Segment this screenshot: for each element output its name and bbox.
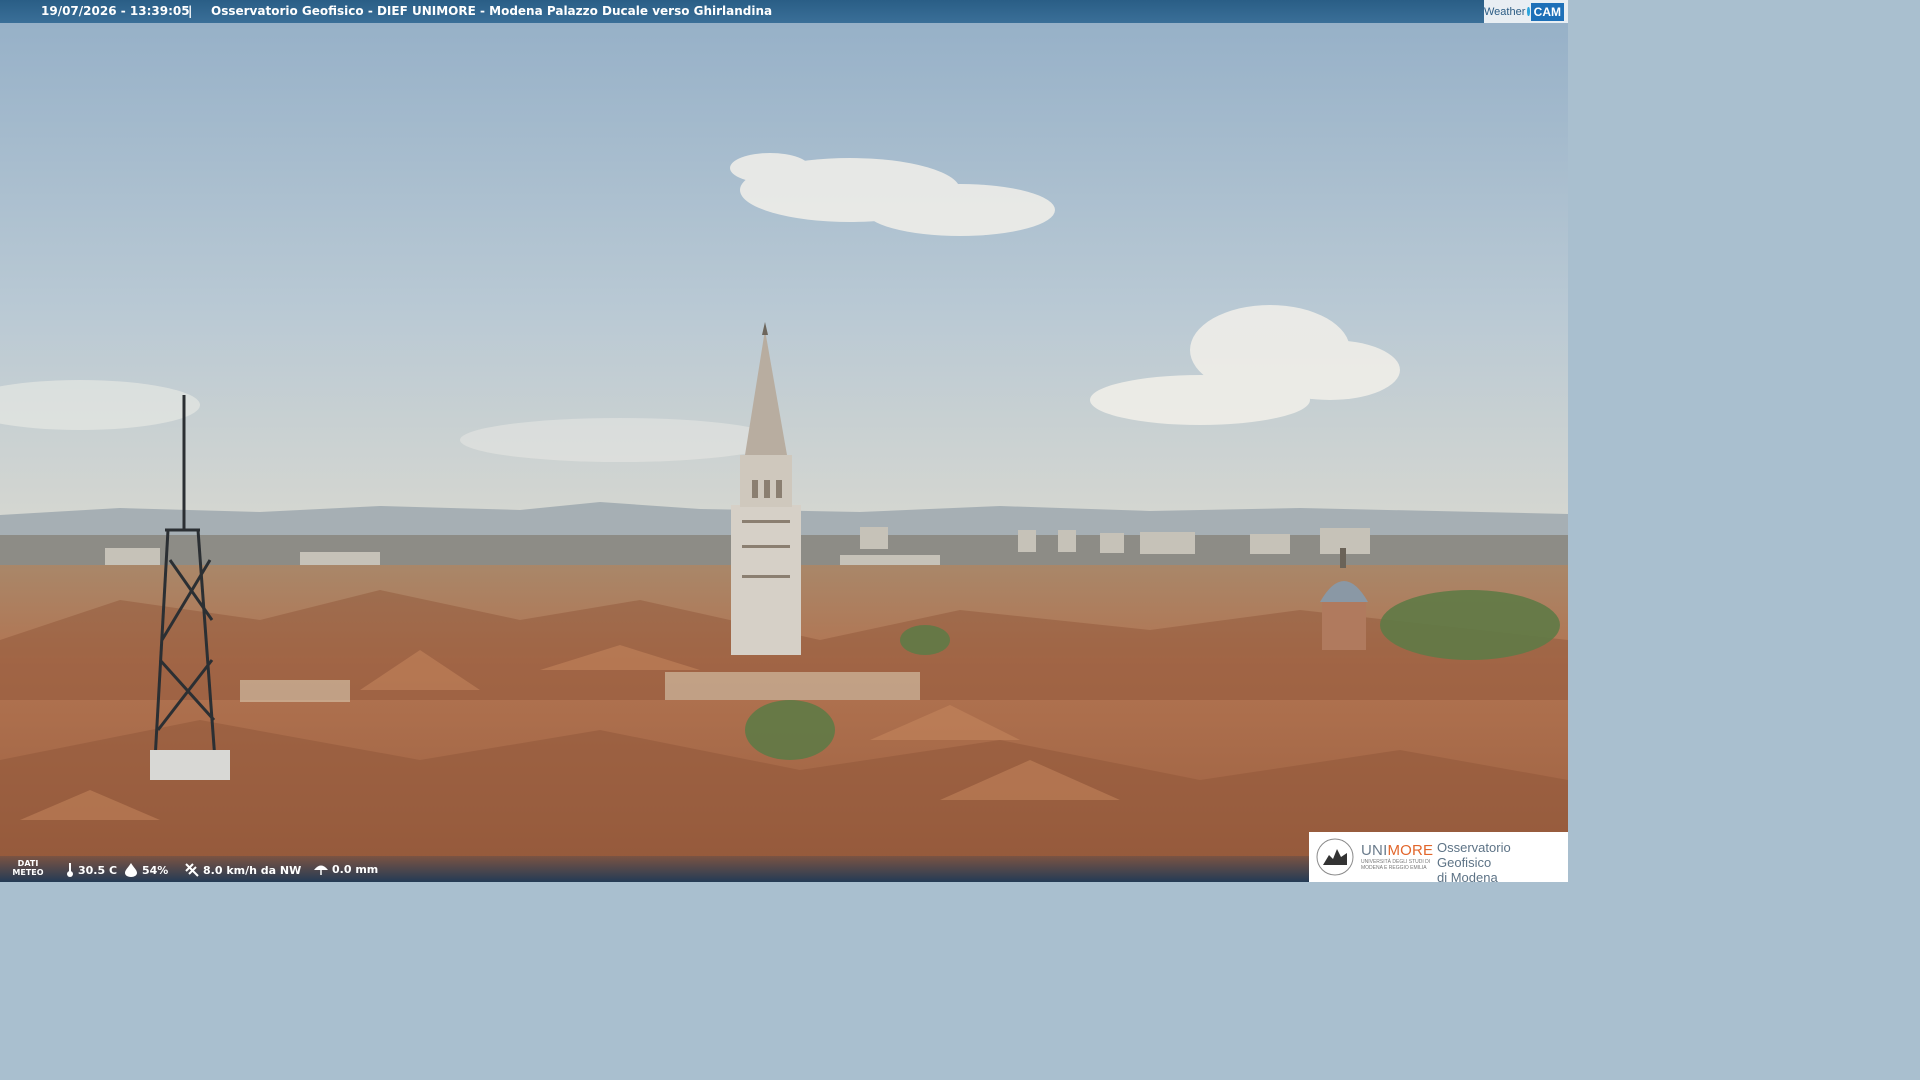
logo-weather-text: Weather [1484, 5, 1526, 18]
caption-bar: 19/07/2026 - 13:39:05 | Osservatorio Geo… [0, 0, 1568, 23]
timestamp: 19/07/2026 - 13:39:05 [41, 4, 190, 18]
weathercam-logo: Weather CAM [1484, 0, 1568, 23]
humidity-reading: 54% [125, 863, 168, 877]
webcam-scene [0, 0, 1568, 882]
observatory-name: Osservatorio Geofisico di Modena [1437, 840, 1568, 885]
unimore-brand: UNIMORE [1361, 842, 1433, 859]
brand-uni: UNI [1361, 842, 1388, 859]
observatory-line1: Osservatorio Geofisico [1437, 840, 1511, 870]
brand-more: MORE [1387, 842, 1434, 859]
observatory-line2: di Modena [1437, 870, 1498, 885]
separator: | [188, 4, 193, 18]
university-subtitle: UNIVERSITÀ DEGLI STUDI DI MODENA E REGGI… [1361, 859, 1431, 871]
humidity-drop-icon [125, 863, 137, 877]
wind-reading: 8.0 km/h da NW [185, 863, 301, 877]
wind-value: 8.0 km/h da NW [203, 863, 302, 877]
temperature-reading: 30.5 C [66, 863, 117, 877]
temperature-value: 30.5 C [78, 863, 118, 877]
university-seal-icon [1316, 838, 1354, 876]
umbrella-icon [314, 865, 328, 875]
rain-reading: 0.0 mm [314, 863, 378, 876]
wind-icon [185, 863, 199, 877]
thermometer-icon [67, 863, 73, 877]
unimore-logo-panel: UNIMORE UNIVERSITÀ DEGLI STUDI DI MODENA… [1309, 832, 1568, 885]
camera-dot-icon [1527, 7, 1530, 16]
weather-label: DATI METEO [12, 859, 44, 877]
humidity-value: 54% [142, 863, 169, 877]
weather-bar: DATI METEO 30.5 C 54% 8.0 km/h da NW 0.0… [0, 856, 1310, 882]
location-title: Osservatorio Geofisico - DIEF UNIMORE - … [211, 4, 773, 18]
rain-value: 0.0 mm [332, 863, 379, 876]
logo-cam-text: CAM [1530, 2, 1564, 21]
